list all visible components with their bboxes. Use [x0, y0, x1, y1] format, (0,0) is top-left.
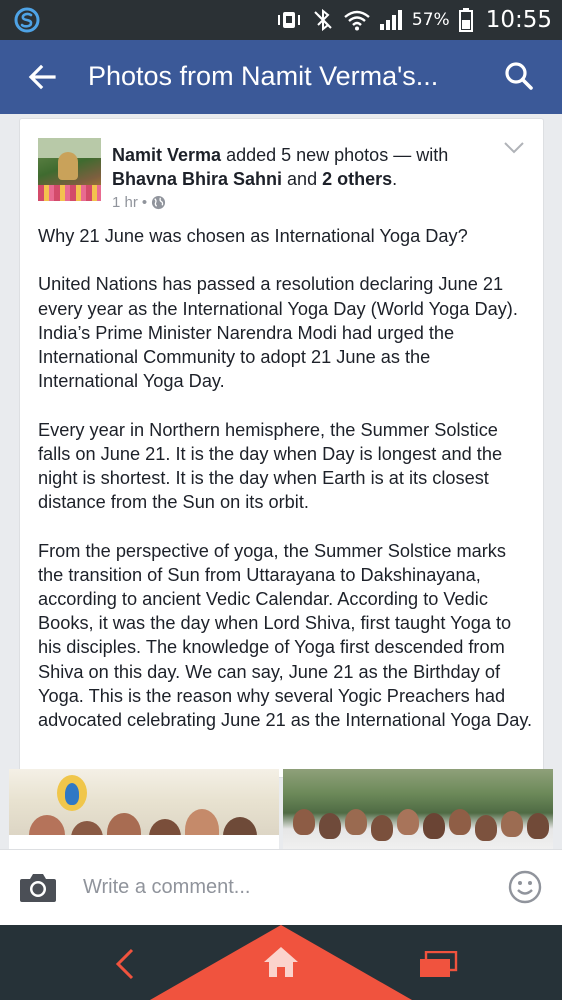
battery-percent: 57%: [411, 10, 450, 30]
back-arrow-icon[interactable]: [24, 58, 62, 96]
post-meta: 1 hr •: [112, 194, 166, 211]
post-paragraph: From the perspective of yoga, the Summer…: [38, 540, 533, 731]
page-title: Photos from Namit Verma's...: [88, 61, 439, 91]
battery-icon: [458, 8, 473, 32]
signal-icon: [379, 10, 402, 30]
post-card: Namit Verma added 5 new photos — with Bh…: [19, 118, 544, 778]
wifi-icon: [344, 10, 370, 31]
nav-back-icon[interactable]: [112, 947, 138, 981]
recent-apps-icon[interactable]: [418, 951, 458, 979]
comment-input[interactable]: Write a comment...: [83, 876, 250, 899]
post-body: Why 21 June was chosen as International …: [38, 224, 533, 756]
search-icon[interactable]: [500, 58, 538, 96]
avatar[interactable]: [38, 138, 101, 201]
tagged-person[interactable]: Bhavna Bhira Sahni: [112, 169, 282, 189]
meta-separator: •: [141, 194, 148, 211]
post-paragraph: Every year in Northern hemisphere, the S…: [38, 419, 503, 513]
and-text: and: [282, 169, 323, 189]
post-time[interactable]: 1 hr: [112, 194, 138, 211]
others-link[interactable]: 2 others: [322, 169, 392, 189]
status-bar: 57% 10:55: [0, 0, 562, 40]
home-icon[interactable]: [262, 945, 300, 979]
globe-icon: [152, 195, 166, 210]
post-paragraph: Why 21 June was chosen as International …: [38, 226, 468, 246]
clock: 10:55: [485, 7, 552, 33]
camera-icon[interactable]: [18, 870, 58, 904]
bluetooth-off-icon: [314, 8, 332, 32]
post-photo[interactable]: [9, 769, 279, 849]
author-name[interactable]: Namit Verma: [112, 145, 221, 165]
chevron-down-icon[interactable]: [503, 141, 525, 155]
s-logo-icon: [14, 7, 40, 33]
app-bar: Photos from Namit Verma's...: [0, 40, 562, 114]
navigation-bar: [0, 925, 562, 1000]
emoji-icon[interactable]: [508, 870, 542, 904]
vibrate-icon: [277, 12, 300, 28]
post-action-text: added 5 new photos — with: [221, 145, 449, 165]
post-photo[interactable]: [283, 769, 553, 849]
comment-bar: Write a comment...: [0, 849, 562, 925]
post-header: Namit Verma added 5 new photos — with Bh…: [112, 143, 492, 191]
post-paragraph: United Nations has passed a resolution d…: [38, 274, 518, 392]
period: .: [392, 169, 398, 189]
